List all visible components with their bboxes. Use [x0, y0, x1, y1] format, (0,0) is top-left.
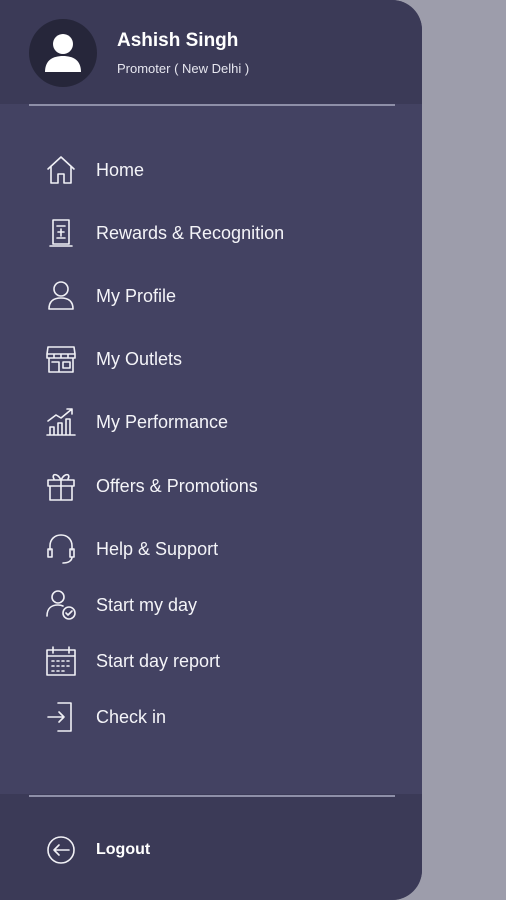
menu-item-my-profile[interactable]: My Profile [44, 276, 404, 316]
calendar-icon [44, 642, 82, 680]
menu-item-help-support[interactable]: Help & Support [44, 529, 404, 569]
user-icon [44, 277, 82, 315]
menu-item-label: Offers & Promotions [96, 475, 258, 496]
home-icon [44, 151, 82, 189]
menu-item-start-day-report[interactable]: Start day report [44, 641, 404, 681]
menu-item-label: My Outlets [96, 348, 183, 369]
menu-item-label: My Performance [96, 411, 229, 432]
trophy-icon [44, 214, 82, 252]
menu-item-home[interactable]: Home [44, 150, 404, 190]
gift-icon [44, 467, 82, 505]
headset-icon [44, 530, 82, 568]
header-divider [29, 104, 395, 106]
logout-icon [44, 831, 82, 869]
menu-item-label: My Profile [96, 285, 177, 306]
menu-item-start-my-day[interactable]: Start my day [44, 585, 404, 625]
user-name: Ashish Singh [117, 30, 239, 51]
logout-label: Logout [96, 841, 151, 858]
menu-item-rewards[interactable]: Rewards & Recognition [44, 213, 404, 253]
navigation-drawer: Ashish Singh Promoter ( New Delhi ) Home… [0, 0, 422, 900]
menu-item-label: Check in [96, 706, 167, 727]
drawer-header: Ashish Singh Promoter ( New Delhi ) [0, 0, 422, 104]
menu-item-my-outlets[interactable]: My Outlets [44, 339, 404, 379]
menu-item-label: Help & Support [96, 538, 219, 559]
menu-item-label: Start day report [96, 650, 221, 671]
check-in-icon [44, 698, 82, 736]
chart-icon [44, 403, 82, 441]
user-role: Promoter ( New Delhi ) [117, 61, 250, 76]
store-icon [44, 340, 82, 378]
menu-item-check-in[interactable]: Check in [44, 697, 404, 737]
menu-item-label: Home [96, 159, 145, 180]
logout-button[interactable]: Logout [44, 830, 150, 870]
menu-item-label: Start my day [96, 594, 198, 615]
footer-divider [29, 795, 395, 797]
user-avatar-icon [45, 34, 81, 72]
menu-item-offers[interactable]: Offers & Promotions [44, 466, 404, 506]
menu-item-my-performance[interactable]: My Performance [44, 402, 404, 442]
menu-item-label: Rewards & Recognition [96, 222, 285, 243]
user-check-icon [44, 586, 82, 624]
avatar[interactable] [29, 19, 97, 87]
